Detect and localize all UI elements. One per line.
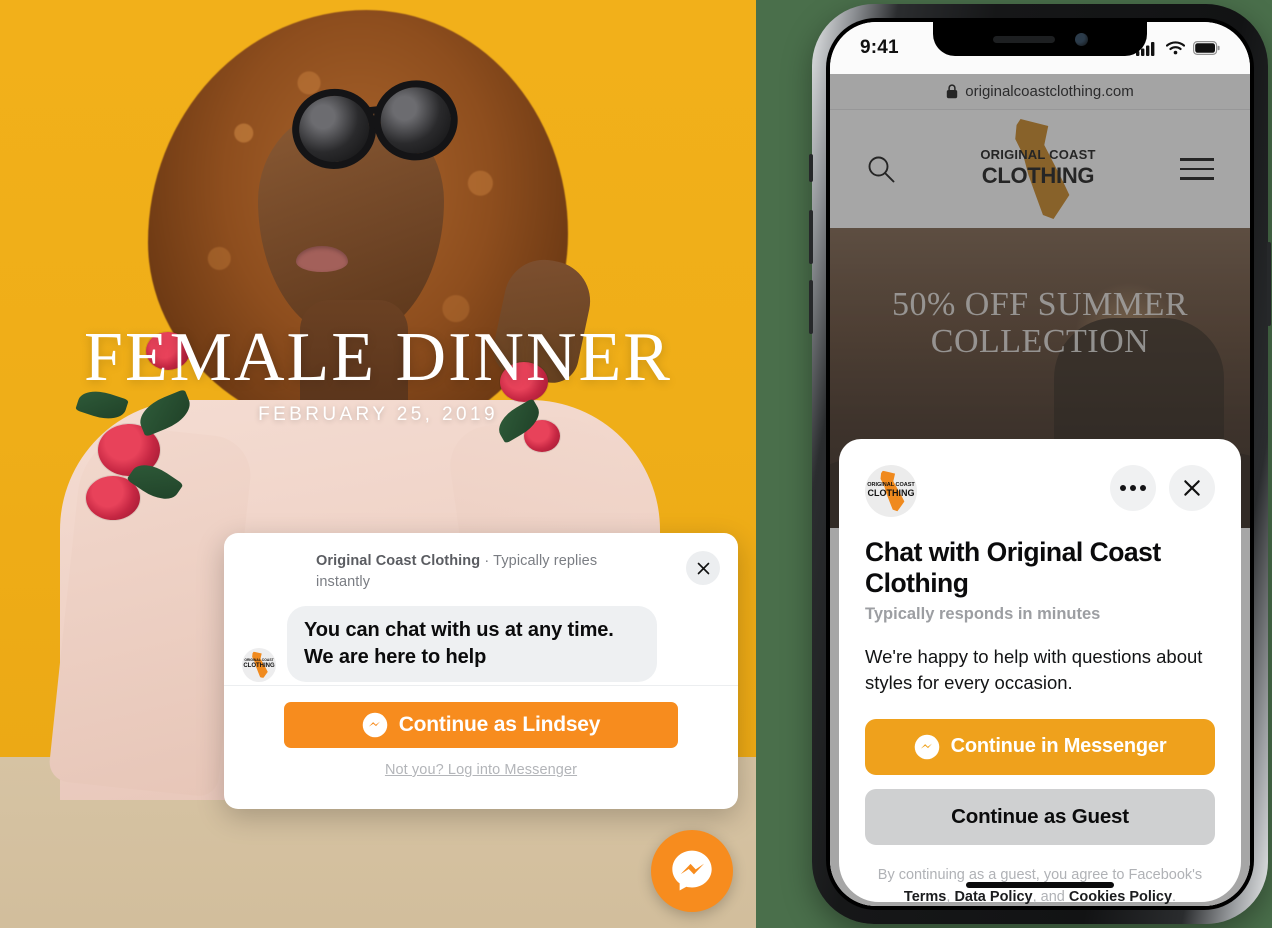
browser-url-bar[interactable]: originalcoastclothing.com [830,74,1250,110]
messenger-logo-icon [914,734,939,760]
page-subtitle-date: FEBRUARY 25, 2019 [258,404,498,425]
legal-period: . [1172,888,1177,905]
iphone-device-mockup: 9:41 originalcoastclothing.com ORIGINAL … [809,4,1271,924]
front-camera-icon [1074,32,1088,46]
phone-notch [933,22,1147,56]
sunglass-lens-left [288,84,381,174]
more-options-icon [1120,485,1146,491]
site-header: ORIGINAL COAST CLOTHING [830,110,1250,228]
messenger-chat-sheet: ORIGINAL COAST CLOTHING Chat with Origin… [839,439,1241,905]
lock-icon [947,84,958,99]
home-indicator[interactable] [966,882,1114,888]
legal-conjunction: , and [1032,888,1069,905]
url-text: originalcoastclothing.com [965,83,1134,100]
sheet-header: ORIGINAL COAST CLOTHING [865,465,1215,517]
chat-message-row: ORIGINAL COAST CLOTHING You can chat with… [242,606,720,682]
sheet-subtitle: Typically responds in minutes [865,605,1101,623]
volume-up-button[interactable] [809,210,813,264]
wifi-icon [1166,41,1185,55]
model-lips [296,246,348,272]
continue-as-user-button[interactable]: Continue as Lindsey [284,702,678,748]
chat-card-footer-area: Continue as Lindsey Not you? Log into Me… [224,685,738,793]
dot [1130,485,1136,491]
data-policy-link[interactable]: Data Policy [954,889,1032,905]
search-icon[interactable] [866,154,896,184]
continue-as-user-label: Continue as Lindsey [398,713,601,736]
hamburger-menu-icon[interactable] [1180,158,1214,180]
status-bar-indicators [1136,41,1220,56]
continue-in-messenger-button[interactable]: Continue in Messenger [865,718,1215,775]
avatar: ORIGINAL COAST CLOTHING [242,647,276,682]
close-button[interactable] [686,551,720,585]
hamburger-bar [1180,167,1214,171]
chat-message-bubble: You can chat with us at any time. We are… [287,606,657,682]
messenger-logo-icon [672,850,712,891]
legal-prefix: By continuing as a guest, you agree to F… [877,866,1203,883]
cookies-policy-link[interactable]: Cookies Policy [1069,889,1172,905]
messenger-chat-plugin-card: Original Coast Clothing · Typically repl… [224,533,738,809]
power-button[interactable] [1267,242,1271,326]
terms-link[interactable]: Terms [904,889,946,905]
volume-down-button[interactable] [809,280,813,334]
messenger-logo-icon [362,712,387,738]
dot [1140,485,1146,491]
screenshot-stage: FEMALE DINNER FEBRUARY 25, 2019 Original… [0,0,1272,928]
messenger-chat-fab[interactable] [651,830,733,912]
chat-card-header-text: Original Coast Clothing · Typically repl… [316,551,646,592]
close-icon [697,562,709,574]
sunglass-lens-right [369,76,462,165]
hero-caption: 50% OFF SUMMER COLLECTION [891,286,1189,361]
close-button[interactable] [1169,465,1215,511]
header-separator: · [480,553,494,569]
hamburger-bar [1180,177,1214,180]
avatar: ORIGINAL COAST CLOTHING [865,465,917,517]
earpiece-speaker-icon [992,35,1055,43]
sheet-title: Chat with Original Coast Clothing [865,537,1161,598]
close-icon [1184,480,1200,496]
avatar-logo-text: ORIGINAL COAST CLOTHING [867,481,915,499]
avatar-logo-text: ORIGINAL COAST CLOTHING [243,658,275,669]
sheet-body-text: We're happy to help with questions about… [865,646,1203,694]
phone-bezel: 9:41 originalcoastclothing.com ORIGINAL … [826,18,1254,910]
desktop-website-panel: FEMALE DINNER FEBRUARY 25, 2019 Original… [0,0,756,928]
dot [1120,485,1126,491]
more-options-button[interactable] [1110,465,1156,511]
logo-line-2: CLOTHING [981,163,1095,188]
log-into-messenger-link[interactable]: Not you? Log into Messenger [385,762,577,778]
sheet-action-buttons [1110,465,1215,511]
mute-switch[interactable] [809,154,813,182]
status-bar-time: 9:41 [860,37,899,58]
battery-icon [1193,41,1220,55]
site-logo[interactable]: ORIGINAL COAST CLOTHING [968,117,1108,221]
phone-screen: 9:41 originalcoastclothing.com ORIGINAL … [830,22,1250,906]
chat-card-header-area: Original Coast Clothing · Typically repl… [224,533,738,685]
hamburger-bar [1180,158,1214,161]
continue-in-messenger-label: Continue in Messenger [950,735,1167,758]
logo-line-1: ORIGINAL COAST [980,147,1096,162]
continue-as-guest-button[interactable]: Continue as Guest [865,788,1215,845]
logo-text-block: ORIGINAL COAST CLOTHING [968,147,1108,189]
business-name: Original Coast Clothing [316,553,481,569]
page-title: FEMALE DINNER [84,319,672,396]
